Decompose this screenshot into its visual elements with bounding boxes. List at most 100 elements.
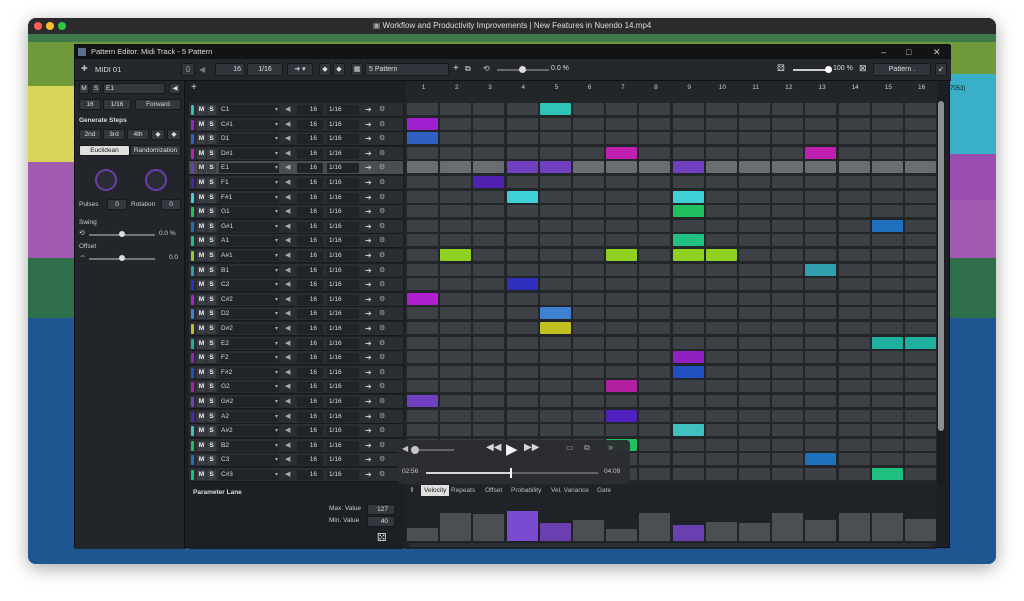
mute-button[interactable]: M [197, 367, 206, 378]
gear-icon[interactable]: ⚙ [379, 236, 385, 246]
step-cell[interactable] [905, 190, 936, 203]
chevron-down-icon[interactable]: ▾ [275, 339, 278, 349]
step-cell[interactable] [407, 395, 438, 407]
step-cell[interactable] [772, 336, 804, 349]
gear-icon[interactable]: ⚙ [379, 149, 385, 159]
mute-button[interactable]: M [197, 338, 206, 349]
chevron-down-icon[interactable]: ▾ [275, 426, 278, 436]
step-cell[interactable] [573, 365, 604, 378]
gear-icon[interactable]: ⚙ [379, 266, 385, 276]
step-cell[interactable] [440, 307, 472, 320]
rotation-knob[interactable] [145, 169, 167, 191]
shift-right-icon[interactable]: ◆ [167, 129, 181, 140]
step-cell[interactable] [905, 307, 936, 320]
solo-button[interactable]: S [207, 294, 216, 305]
quantize-select[interactable]: 1/16 [327, 324, 359, 334]
solo-button[interactable]: S [207, 163, 216, 174]
quantize-select[interactable]: 1/16 [327, 426, 359, 437]
steps-field[interactable]: 16 [297, 236, 323, 247]
mute-button[interactable]: M [197, 134, 206, 145]
step-cell[interactable] [805, 205, 837, 218]
speaker-icon[interactable]: ◀ [285, 295, 290, 305]
step-cell[interactable] [705, 380, 737, 393]
step-cell[interactable] [473, 161, 505, 174]
step-cell[interactable] [639, 176, 671, 188]
note-name[interactable]: D#1 [219, 148, 279, 159]
note-select[interactable]: E1 [103, 83, 165, 94]
step-cell[interactable] [639, 278, 671, 291]
step-cell[interactable] [905, 205, 936, 218]
step-cell[interactable] [871, 146, 903, 159]
solo-button[interactable]: S [207, 426, 216, 437]
quantize-select[interactable]: 1/16 [327, 280, 359, 291]
chevron-down-icon[interactable]: ▾ [275, 149, 278, 159]
step-cell[interactable] [739, 336, 770, 349]
step-cell[interactable] [739, 395, 770, 407]
note-name[interactable]: D1 [219, 134, 279, 145]
step-cell[interactable] [739, 161, 770, 174]
speaker-icon[interactable]: ◀ [285, 368, 290, 378]
direction-arrow-icon[interactable]: ➔ [365, 470, 372, 480]
quantize-select[interactable]: 1/16 [327, 294, 359, 305]
velocity-bar[interactable] [473, 514, 505, 541]
step-cell[interactable] [705, 117, 737, 130]
step-cell[interactable] [606, 424, 638, 437]
step-cell[interactable] [871, 438, 903, 451]
mute-button[interactable]: M [197, 192, 206, 203]
step-cell[interactable] [639, 234, 671, 247]
speaker-icon[interactable]: ◀ [285, 324, 290, 334]
step-cell[interactable] [672, 395, 704, 407]
track-row[interactable]: M S F1 ▾ ◀ 16 1/16 ➔ ⚙ [189, 176, 403, 190]
step-cell[interactable] [871, 424, 903, 437]
step-cell[interactable] [739, 205, 770, 218]
track-row[interactable]: M S D1 ▾ ◀ 16 1/16 ➔ ⚙ [189, 132, 403, 147]
track-row[interactable]: M S E1 ▾ ◀ 16 1/16 ➔ ⚙ [189, 161, 403, 176]
speaker-icon[interactable]: ◀ [285, 105, 290, 115]
step-cell[interactable] [573, 249, 604, 261]
step-cell[interactable] [539, 103, 571, 115]
steps-field[interactable]: 16 [297, 265, 323, 276]
direction-arrow-icon[interactable]: ➔ [365, 412, 372, 422]
quantize-select[interactable]: 1/16 [327, 353, 359, 364]
step-cell[interactable] [739, 307, 770, 320]
step-cell[interactable] [639, 219, 671, 232]
step-cell[interactable] [705, 292, 737, 305]
lane-tab[interactable]: Offset [485, 485, 502, 496]
step-cell[interactable] [606, 263, 638, 276]
step-cell[interactable] [573, 190, 604, 203]
chevron-down-icon[interactable]: ▾ [275, 236, 278, 246]
velocity-bar[interactable] [838, 512, 870, 541]
step-cell[interactable] [905, 409, 936, 422]
step-cell[interactable] [473, 117, 505, 130]
step-cell[interactable] [772, 468, 804, 480]
quantize-select[interactable]: 1/16 [247, 63, 283, 76]
direction-arrow-icon[interactable]: ➔ [365, 368, 372, 378]
step-cell[interactable] [573, 103, 604, 115]
zoom-slider[interactable] [793, 66, 832, 73]
step-cell[interactable] [573, 219, 604, 232]
step-cell[interactable] [705, 453, 737, 466]
gear-icon[interactable]: ⚙ [379, 382, 385, 392]
step-cell[interactable] [573, 146, 604, 159]
note-name[interactable]: C#3 [219, 470, 279, 480]
step-cell[interactable] [739, 249, 770, 261]
note-name[interactable]: A#2 [219, 426, 279, 437]
step-cell[interactable] [739, 453, 770, 466]
quantize-select[interactable]: 1/16 [327, 207, 359, 218]
track-row[interactable]: M S D#2 ▾ ◀ 16 1/16 ➔ ⚙ [189, 322, 403, 336]
step-cell[interactable] [473, 322, 505, 334]
chevron-down-icon[interactable]: ▾ [275, 368, 278, 378]
quantize-select[interactable]: 1/16 [327, 148, 359, 159]
speaker-icon[interactable]: ◀ [285, 339, 290, 349]
step-cell[interactable] [639, 453, 671, 466]
mute-button[interactable]: M [197, 455, 206, 466]
step-cell[interactable] [772, 146, 804, 159]
track-row[interactable]: M S E2 ▾ ◀ 16 1/16 ➔ ⚙ [189, 336, 403, 351]
step-cell[interactable] [506, 351, 538, 364]
step-cell[interactable] [905, 263, 936, 276]
gear-icon[interactable]: ⚙ [379, 207, 385, 217]
solo-button[interactable]: S [207, 440, 216, 451]
chevron-down-icon[interactable]: ▾ [275, 455, 278, 465]
step-cell[interactable] [871, 468, 903, 480]
steps-field[interactable]: 16 [297, 221, 323, 232]
